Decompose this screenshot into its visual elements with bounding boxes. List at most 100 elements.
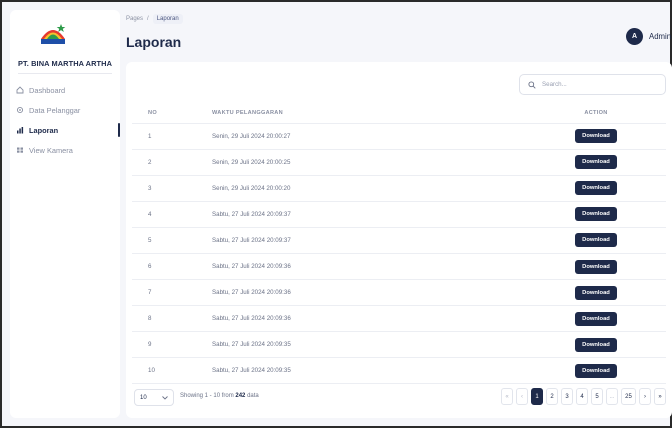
company-logo [41, 24, 66, 44]
user-menu[interactable]: A Admin [626, 28, 671, 45]
sidebar-item-view-kamera[interactable]: View Kamera [10, 140, 120, 160]
cell-time: Sabtu, 27 Juli 2024 20:09:36 [212, 305, 542, 333]
showing-suffix: data [247, 393, 259, 399]
sidebar-divider [18, 73, 112, 74]
cell-no: 2 [132, 149, 212, 176]
cell-time: Sabtu, 27 Juli 2024 20:09:35 [212, 357, 542, 385]
download-button[interactable]: Download [575, 233, 617, 248]
avatar[interactable]: A [626, 28, 643, 45]
cell-no: 10 [132, 357, 212, 385]
sidebar-item-data-pelanggar[interactable]: Data Pelanggar [10, 100, 120, 120]
cell-action: Download [542, 201, 666, 228]
cell-no: 9 [132, 331, 212, 359]
report-table: NO WAKTU PELANGGARAN ACTION 1 Senin, 29 J… [132, 103, 666, 385]
download-button[interactable]: Download [575, 129, 617, 144]
download-button[interactable]: Download [575, 181, 617, 196]
table-row: 7 Sabtu, 27 Juli 2024 20:09:36 Download [132, 279, 666, 307]
search-box[interactable] [519, 74, 666, 95]
home-icon [16, 86, 24, 94]
cell-action: Download [542, 227, 666, 254]
next-page-button[interactable]: › [639, 388, 651, 405]
column-header-action: ACTION [542, 103, 666, 124]
cell-time: Senin, 29 Juli 2024 20:00:27 [212, 123, 542, 150]
total-count: 242 [235, 393, 246, 399]
download-button[interactable]: Download [575, 155, 617, 170]
cell-action: Download [542, 331, 666, 359]
table-row: 9 Sabtu, 27 Juli 2024 20:09:35 Download [132, 331, 666, 359]
sidebar-item-label: Data Pelanggar [29, 105, 81, 115]
table-row: 4 Sabtu, 27 Juli 2024 20:09:37 Download [132, 201, 666, 228]
page-button[interactable]: 4 [576, 388, 588, 405]
cell-time: Sabtu, 27 Juli 2024 20:09:35 [212, 331, 542, 359]
table-row: 10 Sabtu, 27 Juli 2024 20:09:35 Download [132, 357, 666, 385]
page-size-value: 10 [140, 394, 147, 401]
pagination: «‹ 1 2 3 4 5... 25 ›» [498, 388, 666, 405]
sidebar-item-dashboard[interactable]: Dashboard [10, 80, 120, 100]
camera-grid-icon [16, 146, 24, 154]
page-title: Laporan [126, 34, 182, 50]
showing-info: Showing 1 - 10 from 242 data [180, 393, 259, 399]
cell-no: 4 [132, 201, 212, 228]
cell-time: Sabtu, 27 Juli 2024 20:09:37 [212, 227, 542, 254]
cell-time: Sabtu, 27 Juli 2024 20:09:36 [212, 279, 542, 307]
brand-name: PT. BINA MARTHA ARTHA [17, 59, 113, 68]
first-page-button[interactable]: « [501, 388, 513, 405]
cell-action: Download [542, 279, 666, 307]
cell-no: 7 [132, 279, 212, 307]
search-input[interactable] [542, 81, 652, 88]
page-button[interactable]: 1 [531, 388, 543, 405]
sidebar-item-label: View Kamera [29, 145, 73, 155]
cell-action: Download [542, 253, 666, 281]
download-button[interactable]: Download [575, 337, 617, 352]
app-frame: PT. BINA MARTHA ARTHA Dashboard Data Pel… [0, 0, 672, 428]
user-name[interactable]: Admin [649, 32, 671, 41]
page-button[interactable]: 5 [591, 388, 603, 405]
column-header-time: WAKTU PELANGGARAN [212, 103, 542, 124]
breadcrumb: Pages / Laporan [126, 14, 183, 24]
breadcrumb-current: Laporan [152, 14, 183, 24]
table-row: 2 Senin, 29 Juli 2024 20:00:25 Download [132, 149, 666, 176]
breadcrumb-separator: / [147, 16, 149, 22]
cell-action: Download [542, 123, 666, 150]
cell-action: Download [542, 357, 666, 385]
last-page-button[interactable]: » [654, 388, 666, 405]
bar-chart-icon [16, 126, 24, 134]
download-button[interactable]: Download [575, 363, 617, 378]
table-footer: 10 Showing 1 - 10 from 242 data «‹ 1 2 3 4 5.… [132, 387, 666, 407]
showing-prefix: Showing 1 - 10 from [180, 393, 234, 399]
table-row: 8 Sabtu, 27 Juli 2024 20:09:36 Download [132, 305, 666, 333]
download-button[interactable]: Download [575, 311, 617, 326]
cell-no: 5 [132, 227, 212, 254]
page-button[interactable]: 3 [561, 388, 573, 405]
report-card: NO WAKTU PELANGGARAN ACTION 1Senin, 29 J… [126, 62, 672, 418]
table-header-row: NO WAKTU PELANGGARAN ACTION [132, 103, 666, 124]
cell-action: Download [542, 305, 666, 333]
page-size-select[interactable]: 10 [134, 389, 174, 406]
cell-no: 1 [132, 123, 212, 150]
user-gear-icon [16, 106, 24, 114]
sidebar-item-label: Laporan [29, 125, 59, 135]
sidebar-item-laporan[interactable]: Laporan [10, 120, 120, 140]
cell-time: Senin, 29 Juli 2024 20:00:25 [212, 149, 542, 176]
cell-action: Download [542, 149, 666, 176]
cell-no: 6 [132, 253, 212, 281]
page-button[interactable]: 25 [621, 388, 636, 405]
cell-time: Sabtu, 27 Juli 2024 20:09:37 [212, 201, 542, 228]
page-button[interactable]: 2 [546, 388, 558, 405]
sidebar: PT. BINA MARTHA ARTHA Dashboard Data Pel… [10, 10, 120, 418]
download-button[interactable]: Download [575, 259, 617, 274]
breadcrumb-root[interactable]: Pages [126, 16, 143, 22]
prev-page-button[interactable]: ‹ [516, 388, 528, 405]
column-header-no: NO [132, 103, 212, 124]
table-row: 6 Sabtu, 27 Juli 2024 20:09:36 Download [132, 253, 666, 281]
cell-no: 8 [132, 305, 212, 333]
search-icon [528, 80, 536, 89]
download-button[interactable]: Download [575, 285, 617, 300]
cell-action: Download [542, 175, 666, 202]
sidebar-nav: Dashboard Data Pelanggar Laporan View Ka… [10, 80, 120, 160]
table-row: 5 Sabtu, 27 Juli 2024 20:09:37 Download [132, 227, 666, 254]
download-button[interactable]: Download [575, 207, 617, 222]
cell-no: 3 [132, 175, 212, 202]
page-ellipsis: ... [606, 388, 618, 405]
table-body: 1 Senin, 29 Juli 2024 20:00:27 Download 2 Se… [132, 123, 666, 385]
